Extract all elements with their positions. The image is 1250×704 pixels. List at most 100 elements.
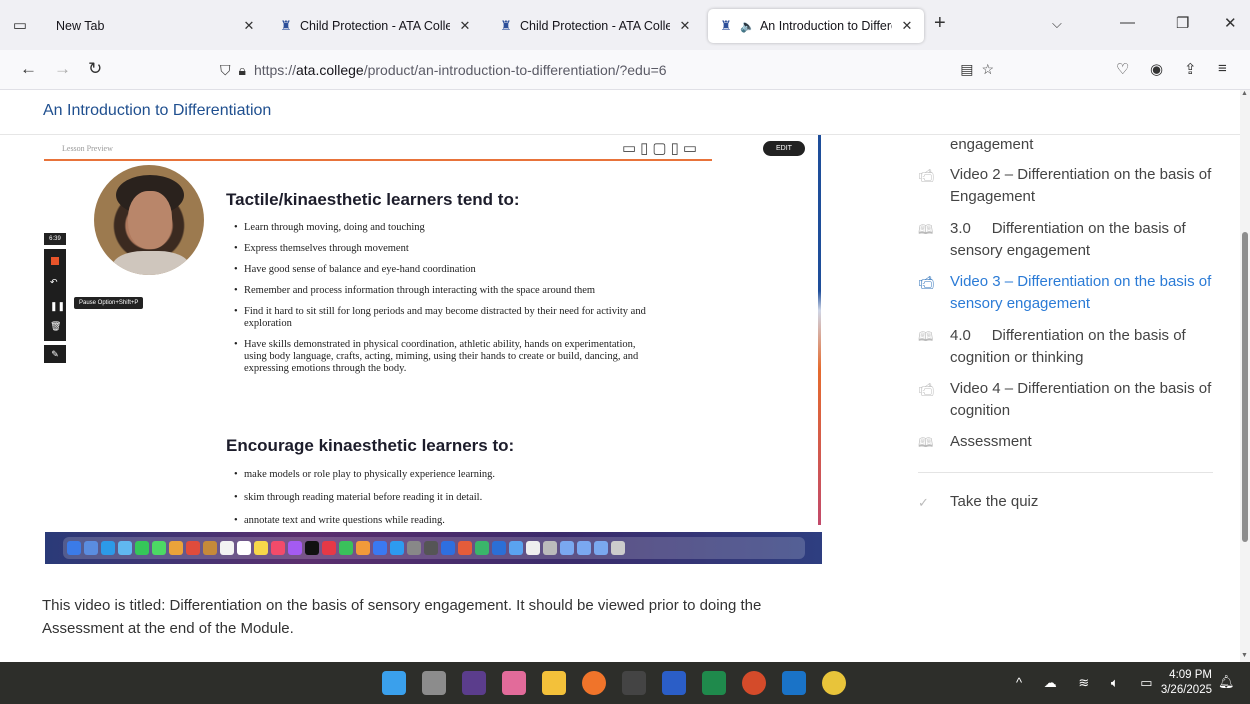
close-icon[interactable]: ✕ xyxy=(458,18,472,34)
pen-icon[interactable]: ✎ xyxy=(44,345,66,363)
excel-icon[interactable] xyxy=(702,671,726,695)
new-tab-button[interactable]: + xyxy=(934,12,946,35)
tab-introduction-active[interactable]: ♜ 🔈 An Introduction to Differenti ✕ xyxy=(708,9,924,43)
task-view-icon[interactable] xyxy=(422,671,446,695)
chevron-down-icon[interactable]: ⌵ xyxy=(1052,16,1062,32)
outlook-icon[interactable] xyxy=(782,671,806,695)
sidebar-item-engagement[interactable]: engagement xyxy=(918,134,1218,156)
tab-label: An Introduction to Differenti xyxy=(759,19,892,33)
list-item: skim through reading material before rea… xyxy=(234,492,654,504)
sidebar-item-label: engagement xyxy=(950,136,1034,153)
menu-icon[interactable]: ≡ xyxy=(1218,60,1227,77)
tab-list-icon[interactable]: ▭ xyxy=(0,0,40,50)
page-scrollbar[interactable]: ▲ ▼ xyxy=(1240,90,1250,662)
back-icon[interactable]: ← xyxy=(20,59,37,79)
recording-toolbar: ↶ ❚❚ 🗑︎ xyxy=(44,249,66,341)
system-tray-icons[interactable]: ^ ☁ ≋ 🔈︎ ▭ xyxy=(1016,675,1162,691)
video-icon: 📹︎ xyxy=(918,168,935,183)
video-icon: 📹︎ xyxy=(918,382,935,397)
word-icon[interactable] xyxy=(662,671,686,695)
scrollbar-thumb[interactable] xyxy=(1242,232,1248,542)
tab-label: Child Protection - ATA College xyxy=(300,19,450,33)
slide-bullet-list: Learn through moving, doing and touching… xyxy=(234,222,654,384)
presenter-avatar xyxy=(94,165,204,275)
video-player[interactable]: Lesson Preview ▭▯▢▯▭ EDIT Tactile/kinaes… xyxy=(44,135,822,564)
trash-icon[interactable]: 🗑︎ xyxy=(50,321,61,332)
slide-heading: Encourage kinaesthetic learners to: xyxy=(226,436,515,455)
tab-label: New Tab xyxy=(56,19,105,33)
restore-icon[interactable]: ❐ xyxy=(1176,14,1189,32)
pocket-icon[interactable]: ♡ xyxy=(1116,60,1129,78)
account-icon[interactable]: ◉ xyxy=(1150,60,1163,78)
tab-bar: ▭ New Tab ✕ ♜ Child Protection - ATA Col… xyxy=(0,0,1250,50)
url-path: /product/an-introduction-to-differentiat… xyxy=(363,62,667,78)
sidebar-item-label: Video 2 – Differentiation on the basis o… xyxy=(950,166,1212,205)
sidebar-item-video-4[interactable]: 📹︎ Video 4 – Differentiation on the basi… xyxy=(918,378,1218,422)
lesson-preview-label: Lesson Preview xyxy=(62,144,113,153)
url-bar[interactable]: ⛉ 🔒︎ https://ata.college/product/an-intr… xyxy=(210,55,1010,85)
url-domain: ata.college xyxy=(295,62,364,78)
close-icon[interactable]: ✕ xyxy=(900,18,914,34)
dock-icons xyxy=(63,537,805,559)
sidebar-item-video-3[interactable]: 📹︎ Video 3 – Differentiation on the basi… xyxy=(918,271,1218,315)
notification-bell-icon[interactable]: 🔔︎ xyxy=(1218,674,1235,690)
tab-label: Child Protection - ATA College xyxy=(520,19,670,33)
stop-icon[interactable] xyxy=(51,257,59,265)
reader-bookmark-icons[interactable]: ▤☆ xyxy=(960,61,1002,78)
tab-new-tab[interactable]: New Tab ✕ xyxy=(46,9,266,43)
forward-icon[interactable]: → xyxy=(54,59,71,79)
copilot-icon[interactable] xyxy=(502,671,526,695)
list-item: make models or role play to physically e… xyxy=(234,469,654,481)
extensions-icon[interactable]: ⇪ xyxy=(1184,60,1197,78)
tab-child-protection-2[interactable]: ♜ Child Protection - ATA College ✕ xyxy=(488,9,702,43)
powerpoint-icon[interactable] xyxy=(742,671,766,695)
recording-timer: 6:39 xyxy=(44,233,66,245)
check-circle-icon: ✓ xyxy=(918,495,929,510)
slide-bullet-list: make models or role play to physically e… xyxy=(234,469,654,536)
video-icon xyxy=(918,134,950,156)
speaker-icon[interactable]: 🔈 xyxy=(740,19,755,33)
slide-accent-bar xyxy=(818,135,821,525)
sidebar-item-4-0[interactable]: 🕮 4.0 Differentiation on the basis of co… xyxy=(918,325,1218,369)
start-icon[interactable] xyxy=(382,671,406,695)
list-item: Learn through moving, doing and touching xyxy=(234,222,654,234)
take-quiz-link[interactable]: ✓ Take the quiz xyxy=(918,491,1218,514)
mac-dock-image xyxy=(45,532,822,564)
site-favicon-icon: ♜ xyxy=(720,18,732,33)
navigation-bar: ← → ↻ ⛉ 🔒︎ https://ata.college/product/a… xyxy=(0,50,1250,90)
close-icon[interactable]: ✕ xyxy=(678,18,692,34)
file-explorer-icon[interactable] xyxy=(542,671,566,695)
sidebar-item-assessment[interactable]: 🕮 Assessment xyxy=(918,431,1218,454)
scroll-down-icon[interactable]: ▼ xyxy=(1241,652,1248,659)
clock-date: 3/26/2025 xyxy=(1160,684,1212,696)
close-icon[interactable]: ✕ xyxy=(242,18,256,34)
scroll-up-icon[interactable]: ▲ xyxy=(1241,90,1248,97)
device-preview-icons[interactable]: ▭▯▢▯▭ xyxy=(622,139,701,157)
sidebar-item-3-0[interactable]: 🕮 3.0 Differentiation on the basis of se… xyxy=(918,218,1218,262)
divider xyxy=(918,472,1213,473)
list-item: annotate text and write questions while … xyxy=(234,515,654,527)
chrome-icon[interactable] xyxy=(822,671,846,695)
close-window-icon[interactable]: ✕ xyxy=(1224,14,1237,32)
page-title: An Introduction to Differentiation xyxy=(43,102,272,119)
minimize-icon[interactable]: — xyxy=(1120,14,1135,31)
shield-icon[interactable]: ⛉ xyxy=(220,62,231,79)
site-favicon-icon: ♜ xyxy=(280,18,292,33)
app-icon[interactable] xyxy=(462,671,486,695)
lock-icon[interactable]: 🔒︎ xyxy=(239,62,246,79)
calendar-app-icon[interactable] xyxy=(622,671,646,695)
reload-icon[interactable]: ↻ xyxy=(88,59,102,79)
sidebar-item-video-2[interactable]: 📹︎ Video 2 – Differentiation on the basi… xyxy=(918,164,1218,208)
clock[interactable]: 4:09 PM 3/26/2025 xyxy=(1152,668,1212,698)
slide-heading: Tactile/kinaesthetic learners tend to: xyxy=(226,190,520,209)
clock-time: 4:09 PM xyxy=(1169,669,1212,681)
undo-icon[interactable]: ↶ xyxy=(50,277,58,288)
pause-icon[interactable]: ❚❚ xyxy=(50,301,65,312)
sidebar-item-label: Assessment xyxy=(950,433,1032,450)
tab-child-protection-1[interactable]: ♜ Child Protection - ATA College ✕ xyxy=(268,9,482,43)
sidebar-item-label: 3.0 Differentiation on the basis of sens… xyxy=(950,220,1190,259)
firefox-icon[interactable] xyxy=(582,671,606,695)
video-caption: This video is titled: Differentiation on… xyxy=(42,597,762,637)
edit-button[interactable]: EDIT xyxy=(763,141,805,156)
book-icon: 🕮 xyxy=(918,222,934,237)
